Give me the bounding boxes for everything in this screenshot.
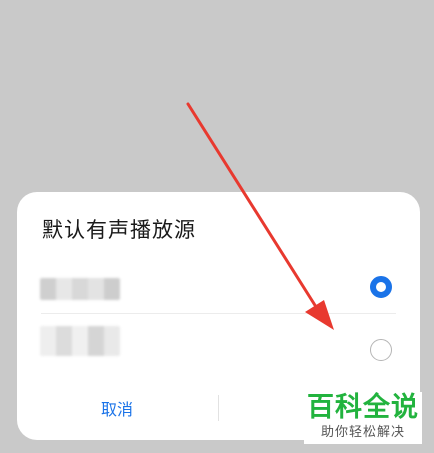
cancel-button[interactable]: 取消 <box>17 392 217 428</box>
actions-separator <box>218 395 219 421</box>
watermark-logo: 百科全说 助你轻松解决 <box>304 392 422 444</box>
watermark-title: 百科全说 <box>307 392 419 423</box>
option-item-2[interactable] <box>17 320 420 366</box>
option-label-2-blurred <box>40 326 120 356</box>
option-item-1[interactable] <box>17 264 420 310</box>
radio-unselected-icon[interactable] <box>370 339 392 361</box>
watermark-subtitle: 助你轻松解决 <box>320 425 405 440</box>
radio-selected-icon[interactable] <box>370 276 392 298</box>
option-divider <box>41 313 396 314</box>
option-label-1-blurred <box>40 278 120 300</box>
dialog-title: 默认有声播放源 <box>42 218 196 242</box>
